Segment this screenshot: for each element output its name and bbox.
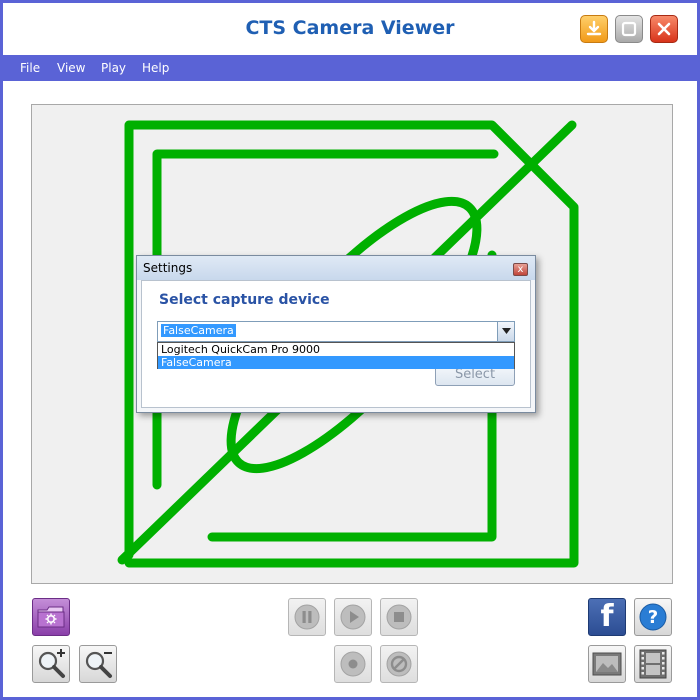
facebook-icon: f <box>600 599 614 634</box>
stop-button[interactable] <box>380 598 418 636</box>
menu-view[interactable]: View <box>57 61 85 75</box>
close-icon <box>657 22 671 36</box>
list-item-logitech[interactable]: Logitech QuickCam Pro 9000 <box>158 343 514 356</box>
open-settings-button[interactable] <box>32 598 70 636</box>
chevron-down-icon <box>501 327 511 334</box>
title-bar: CTS Camera Viewer <box>3 3 697 55</box>
record-button[interactable] <box>334 645 372 683</box>
close-icon: x <box>517 264 524 275</box>
snapshot-icon <box>592 652 622 676</box>
snapshot-button[interactable] <box>588 645 626 683</box>
menu-help[interactable]: Help <box>142 61 169 75</box>
help-button[interactable]: ? <box>634 598 672 636</box>
play-icon <box>340 604 366 630</box>
menu-play[interactable]: Play <box>101 61 126 75</box>
play-button[interactable] <box>334 598 372 636</box>
menu-bar: File View Play Help <box>3 55 697 81</box>
disable-button[interactable] <box>380 645 418 683</box>
zoom-out-icon <box>85 651 112 678</box>
dialog-title-bar: Settings x <box>137 256 535 280</box>
disable-icon <box>386 651 412 677</box>
help-icon: ? <box>639 603 667 631</box>
zoom-out-button[interactable] <box>79 645 117 683</box>
facebook-button[interactable]: f <box>588 598 626 636</box>
list-item-falsecamera[interactable]: FalseCamera <box>158 356 514 369</box>
record-icon <box>340 651 366 677</box>
close-button[interactable] <box>650 15 678 43</box>
menu-file[interactable]: File <box>20 61 40 75</box>
maximize-icon <box>621 21 637 37</box>
capture-device-list: Logitech QuickCam Pro 9000 FalseCamera <box>157 342 515 369</box>
app-window: CTS Camera Viewer File View Play Help Se… <box>0 0 700 700</box>
download-button[interactable] <box>580 15 608 43</box>
film-icon <box>639 649 667 679</box>
combobox-value: FalseCamera <box>161 324 236 337</box>
download-icon <box>586 20 602 36</box>
dialog-body: Select capture device FalseCamera Select… <box>141 280 531 408</box>
dialog-close-button[interactable]: x <box>513 263 528 276</box>
zoom-in-icon <box>38 649 65 678</box>
zoom-in-button[interactable] <box>32 645 70 683</box>
video-button[interactable] <box>634 645 672 683</box>
pause-icon <box>294 604 320 630</box>
dialog-heading: Select capture device <box>159 292 330 308</box>
stop-icon <box>386 604 412 630</box>
settings-dialog: Settings x Select capture device FalseCa… <box>136 255 536 413</box>
dropdown-arrow-button[interactable] <box>497 322 514 341</box>
folder-settings-icon <box>37 606 65 628</box>
pause-button[interactable] <box>288 598 326 636</box>
help-glyph: ? <box>648 607 658 628</box>
maximize-button[interactable] <box>615 15 643 43</box>
dialog-title: Settings <box>143 261 193 275</box>
capture-device-combobox[interactable]: FalseCamera <box>157 321 515 342</box>
